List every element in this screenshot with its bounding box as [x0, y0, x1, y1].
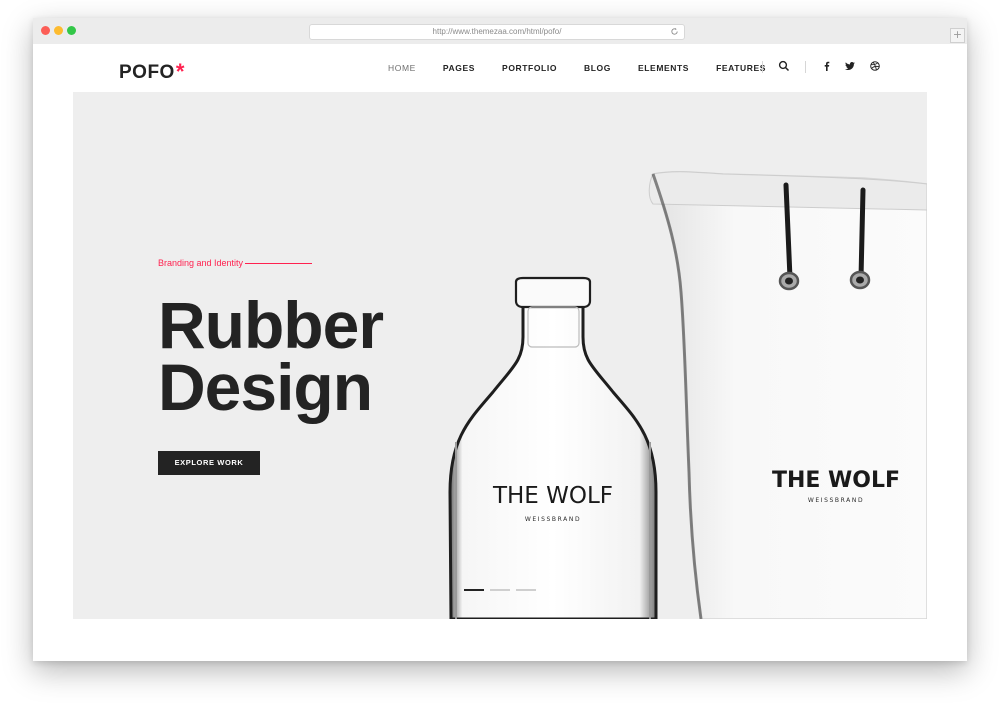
close-window-button[interactable]	[41, 26, 50, 35]
eyebrow-line	[245, 263, 312, 264]
explore-work-button[interactable]: EXPLORE WORK	[158, 451, 260, 475]
reload-icon[interactable]	[670, 27, 679, 36]
nav-item-pages[interactable]: PAGES	[443, 63, 475, 73]
logo-text: POFO	[119, 62, 175, 83]
nav-item-features[interactable]: FEATURES	[716, 63, 766, 73]
bag-sub-text: WEISSBRAND	[808, 497, 864, 504]
bag-brand-text: THE WOLF	[772, 468, 900, 493]
twitter-icon[interactable]	[844, 60, 856, 72]
site-logo[interactable]: POFO*	[119, 58, 185, 84]
slide-indicator-2[interactable]	[490, 589, 510, 591]
nav-item-blog[interactable]: BLOG	[584, 63, 611, 73]
bottle-sub-text: WEISSBRAND	[525, 516, 581, 523]
nav-item-portfolio[interactable]: PORTFOLIO	[502, 63, 557, 73]
logo-asterisk: *	[175, 59, 185, 84]
dribbble-icon[interactable]	[869, 60, 881, 72]
slide-indicator-1[interactable]	[464, 589, 484, 591]
search-icon[interactable]	[778, 60, 790, 72]
social-divider	[805, 61, 806, 73]
hero-slider: THE WOLF WEISSBRAND THE WOLF WEISSBRAND …	[73, 92, 927, 619]
address-bar-url[interactable]: http://www.themezaa.com/html/pofo/	[310, 25, 684, 39]
main-nav: HOME PAGES PORTFOLIO BLOG ELEMENTS FEATU…	[388, 63, 793, 73]
slider-pager	[464, 589, 542, 591]
browser-window: http://www.themezaa.com/html/pofo/ + POF…	[33, 18, 967, 661]
nav-divider	[762, 61, 763, 73]
headline-line-2: Design	[158, 350, 373, 424]
nav-item-elements[interactable]: ELEMENTS	[638, 63, 689, 73]
new-tab-button[interactable]: +	[950, 28, 965, 43]
bottle-brand-text: THE WOLF	[492, 483, 613, 509]
hero-headline: Rubber Design	[158, 292, 384, 420]
maximize-window-button[interactable]	[67, 26, 76, 35]
slide-indicator-3[interactable]	[516, 589, 536, 591]
bottle-cap	[514, 276, 592, 309]
site-header: POFO* HOME PAGES PORTFOLIO BLOG ELEMENTS…	[33, 44, 967, 92]
browser-chrome: http://www.themezaa.com/html/pofo/ +	[33, 18, 967, 45]
address-bar[interactable]: http://www.themezaa.com/html/pofo/	[309, 24, 685, 40]
facebook-icon[interactable]	[821, 60, 833, 72]
hero-eyebrow: Branding and Identity	[158, 258, 244, 268]
bottle-body	[448, 283, 658, 619]
nav-item-home[interactable]: HOME	[388, 63, 416, 73]
minimize-window-button[interactable]	[54, 26, 63, 35]
